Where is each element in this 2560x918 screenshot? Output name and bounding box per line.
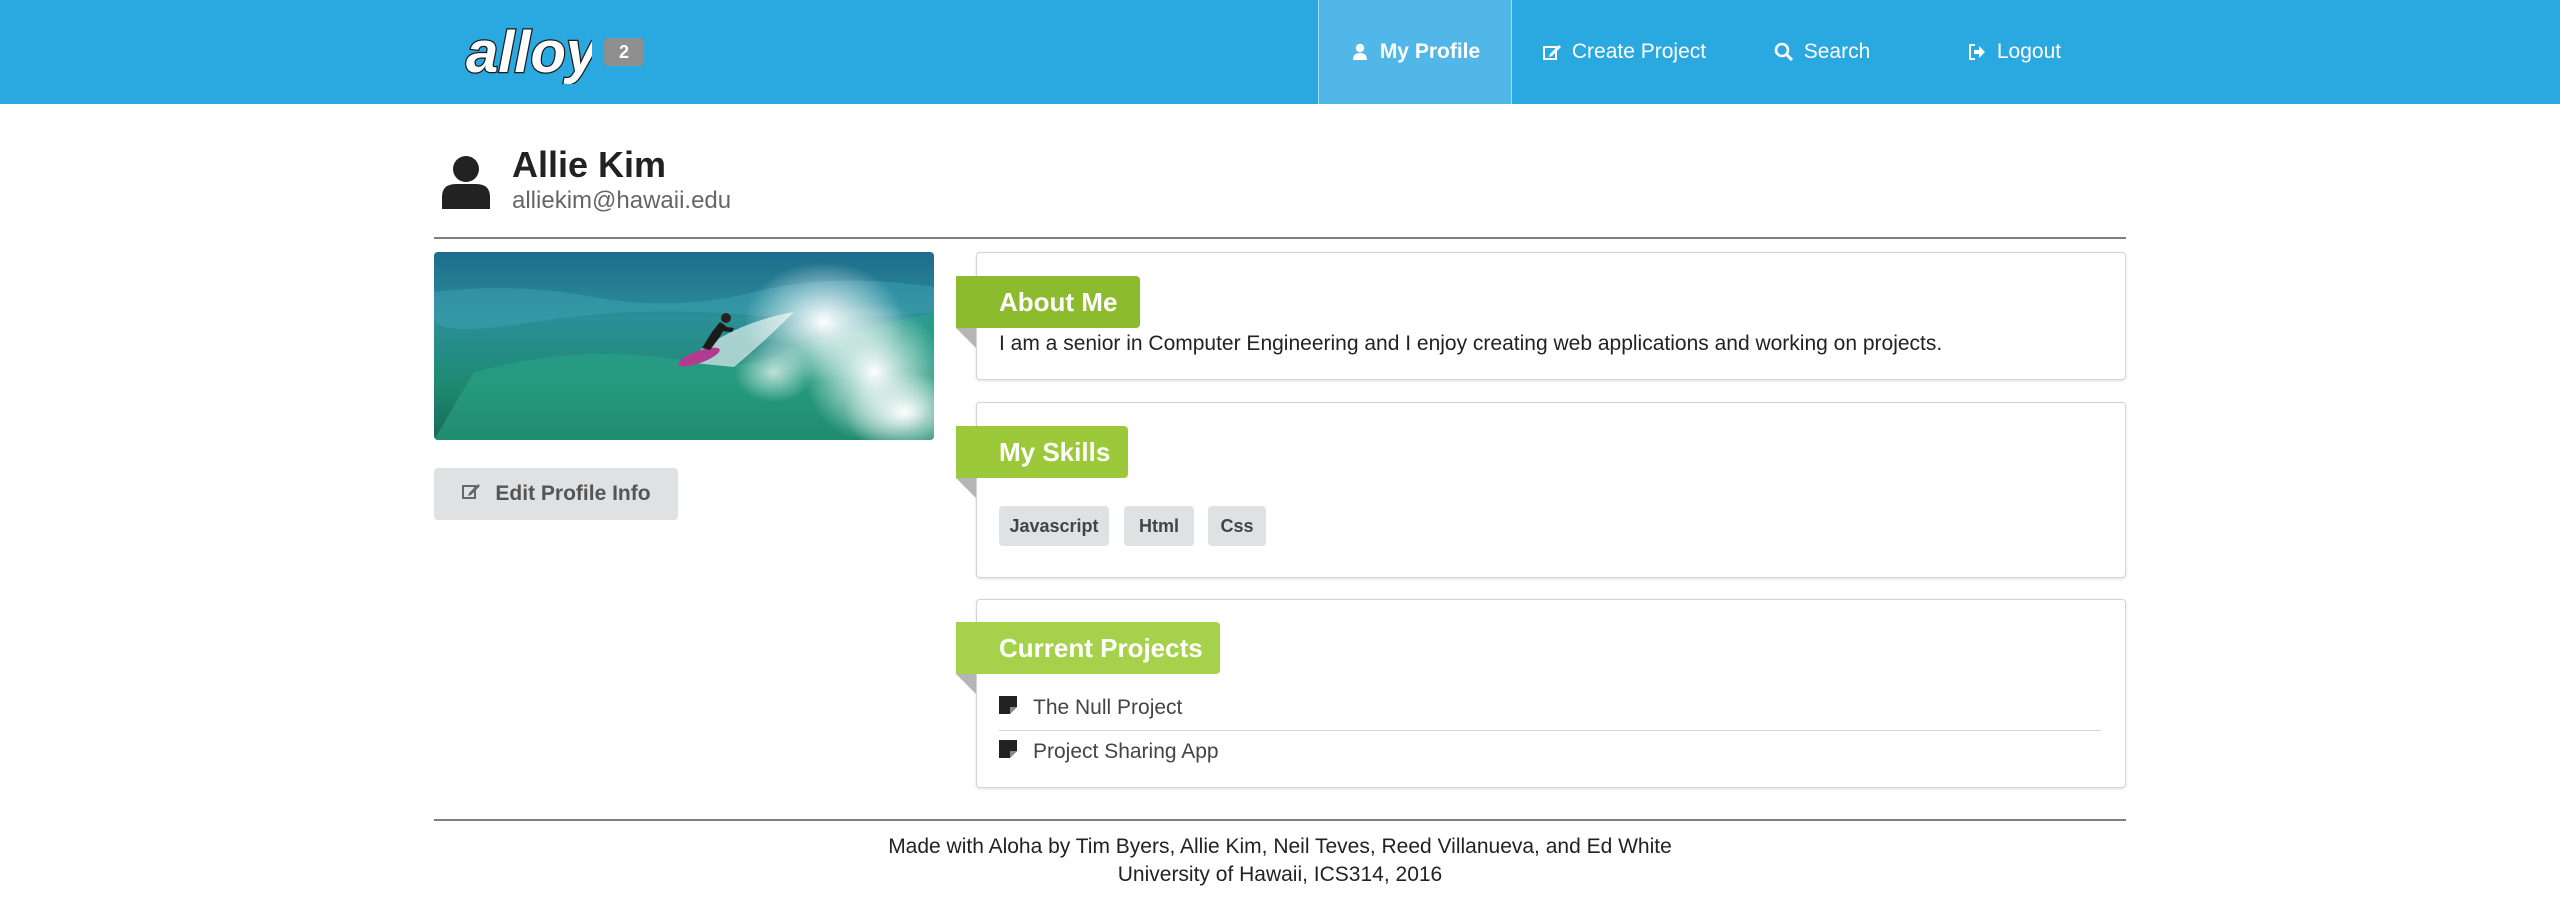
nav-create-project[interactable]: Create Project [1530, 0, 1718, 104]
about-me-text: I am a senior in Computer Engineering an… [999, 332, 1943, 355]
my-skills-ribbon: My Skills [956, 426, 1128, 478]
project-name: Project Sharing App [1033, 740, 1219, 763]
nav-search[interactable]: Search [1758, 0, 1886, 104]
footer-university: University of Hawaii, ICS314, 2016 [1117, 863, 1443, 886]
ribbon-tail [956, 674, 976, 694]
project-item[interactable]: The Null Project [999, 690, 1182, 726]
edit-icon [1542, 42, 1562, 62]
user-email: alliekim@hawaii.edu [512, 187, 732, 214]
nav-label: Create Project [1571, 40, 1707, 63]
user-name: Allie Kim [512, 144, 667, 185]
top-navbar: alloy 2 My Profile Create Project Search… [0, 0, 2560, 104]
project-divider [999, 730, 2101, 731]
nav-my-profile[interactable]: My Profile [1318, 0, 1512, 104]
skill-label: Javascript [999, 506, 1109, 546]
about-me-card [976, 252, 2126, 380]
about-me-ribbon: About Me [956, 276, 1140, 328]
logo-text: alloy [466, 20, 592, 84]
footer-credits: Made with Aloha by Tim Byers, Allie Kim,… [888, 835, 1672, 858]
alloy-logo[interactable]: alloy [462, 14, 592, 84]
nav-label: Search [1803, 40, 1871, 63]
ribbon-tail [956, 478, 976, 498]
nav-logout[interactable]: Logout [1950, 0, 2078, 104]
nav-label: My Profile [1379, 40, 1481, 63]
user-icon [1350, 42, 1370, 62]
user-avatar-icon [440, 153, 492, 211]
search-icon [1774, 42, 1794, 62]
edit-profile-button[interactable]: Edit Profile Info [434, 468, 678, 520]
profile-photo [434, 252, 934, 440]
project-item[interactable]: Project Sharing App [999, 734, 1219, 770]
ribbon-tail [956, 328, 976, 348]
header-divider [434, 237, 2126, 239]
sticky-note-icon [999, 696, 1017, 720]
skill-label: Css [1208, 506, 1266, 546]
sticky-note-icon [999, 740, 1017, 764]
nav-label: Logout [1996, 40, 2062, 63]
notification-badge: 2 [604, 38, 644, 66]
my-skills-card [976, 402, 2126, 578]
skill-label: Html [1124, 506, 1194, 546]
project-name: The Null Project [1033, 696, 1183, 719]
sign-out-icon [1967, 42, 1987, 62]
footer-divider [434, 819, 2126, 821]
current-projects-ribbon: Current Projects [956, 622, 1220, 674]
edit-profile-label: Edit Profile Info [495, 482, 651, 505]
edit-icon [461, 481, 481, 507]
